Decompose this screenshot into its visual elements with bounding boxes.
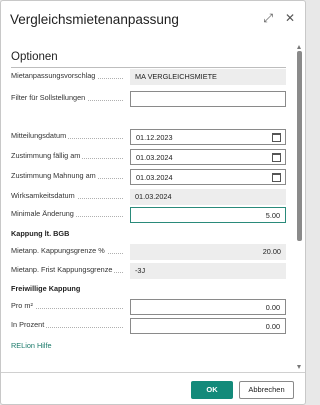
scrollbar-thumb[interactable] [297,51,302,241]
field-wirksamkeitsdatum: Wirksamkeitsdatum 01.03.2024 [11,189,286,205]
dialog-content: Optionen Mietanpassungsvorschlag MA VERG… [1,39,307,371]
field-label: Zustimmung fällig am [11,151,83,160]
section-divider [11,67,286,68]
expand-icon[interactable]: ⤢ [263,11,273,25]
dialog-title: Vergleichsmietenanpassung [10,12,179,27]
mitteilungsdatum-input[interactable]: 01.12.2023 [130,129,286,145]
pro-m2-input[interactable]: 0.00 [130,299,286,315]
field-in-prozent: In Prozent 0.00 [11,318,286,334]
field-label: Pro m² [11,301,35,310]
zustimmung-mahnung-input[interactable]: 01.03.2024 [130,169,286,185]
close-icon[interactable]: ✕ [285,11,295,25]
mitteilungsdatum-value: 01.12.2023 [136,133,173,142]
field-minimale-aenderung: Minimale Änderung 5.00 [11,207,286,223]
kappung-bgb-heading: Kappung lt. BGB [11,229,70,238]
field-label: Mitteilungsdatum [11,131,69,140]
field-pro-m2: Pro m² 0.00 [11,299,286,315]
field-filter-sollstellungen: Filter für Sollstellungen [11,91,286,107]
cancel-button[interactable]: Abbrechen [239,381,294,399]
section-title: Optionen [11,51,58,63]
calendar-icon[interactable] [272,133,281,142]
field-label: Mietanp. Frist Kappungsgrenze [11,265,115,274]
field-label: Wirksamkeitsdatum [11,191,77,200]
mietanpassungsvorschlag-value: MA VERGLEICHSMIETE [130,69,286,85]
dialog: Vergleichsmietenanpassung ⤢ ✕ Optionen M… [0,0,306,405]
field-label: Minimale Änderung [11,209,76,218]
field-zustimmung-faellig: Zustimmung fällig am 01.03.2024 [11,149,286,165]
calendar-icon[interactable] [272,153,281,162]
field-frist-kappungsgrenze: Mietanp. Frist Kappungsgrenze -3J [11,263,286,279]
field-label: Zustimmung Mahnung am [11,171,98,180]
zustimmung-faellig-input[interactable]: 01.03.2024 [130,149,286,165]
vertical-scrollbar[interactable] [297,45,302,369]
scroll-down-icon[interactable] [297,365,301,369]
field-label: Mietanpassungsvorschlag [11,71,98,80]
wirksamkeitsdatum-value: 01.03.2024 [130,189,286,205]
frist-kappungsgrenze-value: -3J [130,263,286,279]
kappungsgrenze-value: 20.00 [130,244,286,260]
field-mitteilungsdatum: Mitteilungsdatum 01.12.2023 [11,129,286,145]
field-mietanpassungsvorschlag: Mietanpassungsvorschlag MA VERGLEICHSMIE… [11,69,286,85]
window-controls: ⤢ ✕ [263,11,295,25]
field-kappungsgrenze: Mietanp. Kappungsgrenze % 20.00 [11,244,286,260]
calendar-icon[interactable] [272,173,281,182]
zustimmung-faellig-value: 01.03.2024 [136,153,173,162]
freiwillige-kappung-heading: Freiwillige Kappung [11,284,81,293]
scroll-up-icon[interactable] [297,45,301,49]
field-label: Mietanp. Kappungsgrenze % [11,246,107,255]
relion-hilfe-link[interactable]: RELion Hilfe [11,341,52,350]
field-label: In Prozent [11,320,47,329]
field-label: Filter für Sollstellungen [11,93,88,102]
filter-sollstellungen-input[interactable] [130,91,286,107]
field-zustimmung-mahnung: Zustimmung Mahnung am 01.03.2024 [11,169,286,185]
in-prozent-input[interactable]: 0.00 [130,318,286,334]
minimale-aenderung-input[interactable]: 5.00 [130,207,286,223]
footer-divider [1,372,305,373]
zustimmung-mahnung-value: 01.03.2024 [136,173,173,182]
ok-button[interactable]: OK [191,381,233,399]
